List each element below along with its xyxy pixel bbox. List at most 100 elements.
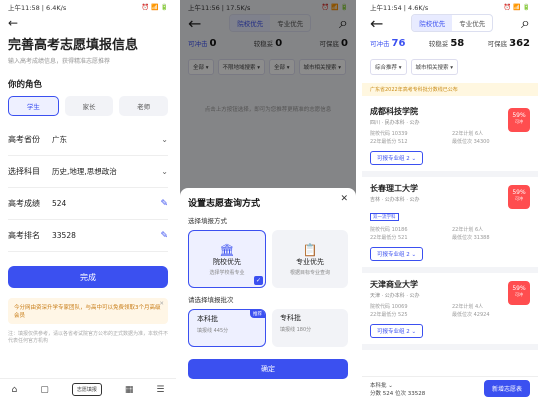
role-teacher[interactable]: 老师 bbox=[119, 96, 169, 116]
rank-input[interactable]: 33528 bbox=[52, 231, 160, 240]
mode-cards: 🏛 院校优先 选择学校看专业 ✓ 📋 专业优先 根据目标专业查询 bbox=[188, 230, 348, 288]
filter-row: 综合推荐 ▾ 城市相关搜索 ▾ bbox=[362, 55, 538, 79]
subjects-field[interactable]: 选择科目 历史,地理,思想政治 ⌄ bbox=[8, 156, 168, 188]
mode-college-first-card[interactable]: 🏛 院校优先 选择学校看专业 ✓ bbox=[188, 230, 266, 288]
probability-badge: 59% 可冲 bbox=[508, 281, 530, 305]
major-group-button[interactable]: 可报专业组 2 ⌄ bbox=[370, 247, 424, 261]
close-icon[interactable]: ✕ bbox=[159, 301, 164, 307]
stat-safe[interactable]: 可保底 362 bbox=[488, 38, 530, 49]
score-field[interactable]: 高考成绩 524 ✎ bbox=[8, 188, 168, 220]
clipboard-icon: 📋 bbox=[302, 242, 318, 257]
batch-cards: 推荐 本科批 填报线 445分 专科批 填报线 180分 bbox=[188, 309, 348, 347]
profile-form-screen: 上午11:58 | 6.4K/s ⏰ 📶 🔋 ← 完善高考志愿填报信息 输入高考… bbox=[0, 0, 176, 400]
mode-label: 选择填报方式 bbox=[188, 217, 227, 225]
field-label: 选择科目 bbox=[8, 167, 40, 176]
tab-college-first[interactable]: 院校优先 bbox=[412, 15, 453, 31]
edit-icon[interactable]: ✎ bbox=[160, 231, 168, 241]
probability-value: 59% bbox=[512, 112, 526, 119]
role-parent[interactable]: 家长 bbox=[64, 96, 114, 116]
college-stats: 院校代码 10339 22年计划 6人 22年最低分 512 最低位次 3430… bbox=[370, 130, 530, 145]
score-input[interactable]: 524 bbox=[52, 199, 160, 208]
top-bar: ← 院校优先 专业优先 ⌕ bbox=[362, 13, 538, 33]
status-time: 上午11:58 | 6.4K/s bbox=[8, 4, 67, 12]
filter-dropdown[interactable]: 城市相关搜索 ▾ bbox=[410, 59, 459, 75]
disclaimer-text: 注：填报仅供参考，请以各省考试院官方公布的正式数据为准，本软件不代表任何官方机构 bbox=[8, 331, 169, 344]
close-icon[interactable]: ✕ bbox=[340, 194, 348, 204]
province-field[interactable]: 高考省份 广东 ⌄ bbox=[8, 124, 168, 156]
status-icons: ⏰ 📶 🔋 bbox=[141, 3, 168, 11]
results-screen: 上午11:54 | 4.6K/s ⏰ 📶 🔋 ← 院校优先 专业优先 ⌕ 可冲击… bbox=[362, 0, 538, 400]
stat-cell: 22年计划 6人 bbox=[452, 227, 484, 233]
check-icon: ✓ bbox=[254, 276, 263, 285]
status-bar: 上午11:58 | 6.4K/s ⏰ 📶 🔋 bbox=[0, 0, 176, 14]
card-subtitle: 填报线 180分 bbox=[280, 327, 312, 333]
stat-rush[interactable]: 可冲击 76 bbox=[370, 38, 405, 49]
menu-icon[interactable]: ☰ bbox=[156, 385, 164, 395]
confirm-button[interactable]: 确定 bbox=[188, 359, 348, 379]
new-volunteer-table-button[interactable]: 新增志愿表 bbox=[483, 380, 530, 397]
college-name: 长春理工大学 bbox=[370, 184, 418, 193]
college-name: 天津商业大学 bbox=[370, 280, 418, 289]
card-title: 专业优先 bbox=[296, 257, 324, 266]
card-subtitle: 填报线 445分 bbox=[197, 328, 229, 334]
chevron-down-icon[interactable]: ⌄ bbox=[161, 135, 168, 144]
recommend-badge: 推荐 bbox=[250, 310, 265, 318]
mode-switch: 院校优先 专业优先 bbox=[411, 14, 494, 32]
college-tags: 吉林 · 公办本科 · 公办 bbox=[370, 197, 420, 203]
search-icon[interactable]: ⌕ bbox=[521, 13, 530, 33]
back-icon[interactable]: ← bbox=[0, 14, 176, 32]
stats-row: 可冲击 76 较稳妥 58 可保底 362 bbox=[362, 32, 538, 55]
stat-cell: 最低位次 42924 bbox=[452, 312, 490, 318]
status-time: 上午11:54 | 4.6K/s bbox=[370, 4, 429, 12]
college-name: 成都科技学院 bbox=[370, 107, 418, 116]
probability-label: 可冲 bbox=[515, 119, 523, 124]
batch-undergrad-card[interactable]: 推荐 本科批 填报线 445分 bbox=[188, 309, 266, 347]
college-tags: 四川 · 民办本科 · 公办 bbox=[370, 120, 420, 126]
stat-value: 58 bbox=[450, 38, 465, 49]
tab-major-first[interactable]: 专业优先 bbox=[452, 15, 492, 31]
nav-volunteer-fill[interactable]: 志愿填报 bbox=[71, 383, 102, 396]
stat-cell: 22年最低分 521 bbox=[370, 235, 408, 241]
stat-label: 可保底 bbox=[487, 40, 508, 48]
college-label: 双一流学科 bbox=[370, 213, 399, 221]
probability-value: 59% bbox=[512, 189, 526, 196]
batch-label: 请选择填报批次 bbox=[188, 296, 234, 304]
card-subtitle: 根据目标专业查询 bbox=[289, 269, 330, 276]
sheet-title: 设置志愿查询方式 bbox=[188, 199, 261, 209]
card-subtitle: 选择学校看专业 bbox=[209, 269, 245, 276]
stat-cell: 22年最低分 512 bbox=[370, 139, 408, 145]
stat-value: 76 bbox=[391, 38, 406, 49]
batch-selector[interactable]: 本科批 ⌄ bbox=[370, 381, 425, 389]
home-icon[interactable]: ⌂ bbox=[12, 385, 18, 395]
major-group-button[interactable]: 可报专业组 2 ⌄ bbox=[370, 151, 424, 165]
building-icon: 🏛 bbox=[219, 242, 235, 257]
back-icon[interactable]: ← bbox=[370, 14, 383, 33]
edit-icon[interactable]: ✎ bbox=[160, 199, 168, 209]
grid-icon[interactable]: ▦ bbox=[125, 385, 134, 395]
page-subtitle: 输入高考成绩信息，获得精准志愿推荐 bbox=[8, 58, 111, 65]
chevron-down-icon[interactable]: ⌄ bbox=[161, 167, 168, 176]
mode-major-first-card[interactable]: 📋 专业优先 根据目标专业查询 bbox=[272, 230, 348, 288]
square-icon[interactable]: ▢ bbox=[40, 385, 49, 395]
card-title: 院校优先 bbox=[213, 257, 241, 266]
field-label: 高考成绩 bbox=[8, 199, 40, 208]
college-card[interactable]: 成都科技学院 四川 · 民办本科 · 公办 院校代码 10339 22年计划 6… bbox=[362, 100, 538, 177]
card-title: 专科批 bbox=[280, 314, 301, 322]
college-tags: 天津 · 公办本科 · 公办 bbox=[370, 293, 420, 299]
score-rank-text: 分数 524 位次 33528 bbox=[370, 390, 426, 397]
stat-cell: 院校代码 10186 bbox=[370, 227, 408, 233]
done-button[interactable]: 完成 bbox=[8, 266, 168, 288]
batch-junior-card[interactable]: 专科批 填报线 180分 bbox=[272, 309, 348, 347]
role-options: 学生 家长 老师 bbox=[0, 96, 176, 116]
sort-dropdown[interactable]: 综合推荐 ▾ bbox=[370, 59, 407, 75]
stat-stable[interactable]: 较稳妥 58 bbox=[429, 38, 464, 49]
college-card[interactable]: 天津商业大学 天津 · 公办本科 · 公办 院校代码 10069 22年计划 4… bbox=[362, 273, 538, 350]
rank-field[interactable]: 高考排名 33528 ✎ bbox=[8, 220, 168, 252]
announcement-banner[interactable]: 广东省2022年高考专科批分数线已公布 bbox=[362, 83, 538, 96]
role-heading: 你的角色 bbox=[8, 80, 43, 90]
role-student[interactable]: 学生 bbox=[8, 96, 59, 116]
college-card[interactable]: 长春理工大学 吉林 · 公办本科 · 公办 双一流学科 院校代码 10186 2… bbox=[362, 177, 538, 273]
stat-value: 362 bbox=[509, 38, 530, 49]
field-value: 广东 bbox=[52, 135, 67, 144]
major-group-button[interactable]: 可报专业组 2 ⌄ bbox=[370, 324, 424, 338]
